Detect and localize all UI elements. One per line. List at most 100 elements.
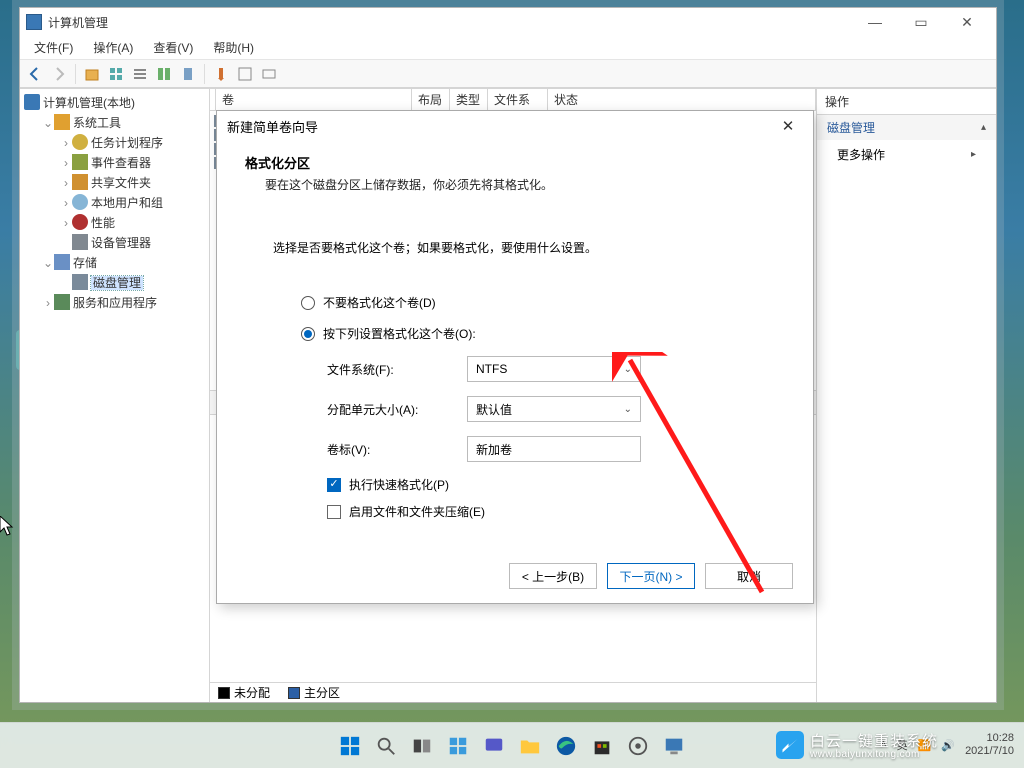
new-simple-volume-wizard: 新建简单卷向导 ✕ 格式化分区 要在这个磁盘分区上储存数据，你必须先将其格式化。…	[216, 110, 814, 604]
actions-section-label: 磁盘管理	[827, 119, 875, 136]
wizard-subheading: 要在这个磁盘分区上储存数据，你必须先将其格式化。	[265, 176, 789, 193]
checkbox-icon	[327, 505, 341, 519]
tree-performance[interactable]: 性能	[91, 216, 115, 230]
legend: 未分配 主分区	[210, 682, 816, 702]
task-view-icon[interactable]	[408, 732, 436, 760]
tree-disk-mgmt[interactable]: 磁盘管理	[91, 276, 143, 290]
menu-file[interactable]: 文件(F)	[24, 37, 83, 58]
server-icon	[24, 94, 40, 110]
share-icon	[72, 174, 88, 190]
search-icon[interactable]	[372, 732, 400, 760]
settings-icon[interactable]	[624, 732, 652, 760]
help-icon[interactable]	[258, 63, 280, 85]
col-layout[interactable]: 布局	[412, 89, 450, 110]
list-icon[interactable]	[177, 63, 199, 85]
tree-shared-folders[interactable]: 共享文件夹	[91, 176, 151, 190]
wizard-titlebar[interactable]: 新建简单卷向导 ✕	[217, 111, 813, 141]
actions-header: 操作	[817, 89, 996, 115]
menu-view[interactable]: 查看(V)	[143, 37, 203, 58]
tree-local-users[interactable]: 本地用户和组	[91, 196, 163, 210]
filesystem-select[interactable]: NTFS ⌄	[467, 356, 641, 382]
options-icon[interactable]	[129, 63, 151, 85]
watermark-text: 白云一键重装系统	[810, 730, 938, 751]
label-volume-label: 卷标(V):	[327, 441, 467, 458]
clock-icon	[72, 134, 88, 150]
radio-icon	[301, 327, 315, 341]
tree-device-mgr[interactable]: 设备管理器	[91, 236, 151, 250]
widgets-icon[interactable]	[444, 732, 472, 760]
refresh-icon[interactable]	[153, 63, 175, 85]
menubar: 文件(F) 操作(A) 查看(V) 帮助(H)	[20, 36, 996, 60]
tree-task-scheduler[interactable]: 任务计划程序	[91, 136, 163, 150]
maximize-button[interactable]: ▭	[898, 8, 944, 36]
clock-date: 2021/7/10	[965, 745, 1014, 758]
radio-no-format[interactable]: 不要格式化这个卷(D)	[301, 294, 789, 311]
radio-format-label: 按下列设置格式化这个卷(O):	[323, 325, 476, 342]
chevron-up-icon: ▴	[981, 122, 986, 133]
tree-services-apps[interactable]: 服务和应用程序	[73, 296, 157, 310]
radio-format[interactable]: 按下列设置格式化这个卷(O):	[301, 325, 789, 342]
compress-checkbox[interactable]: 启用文件和文件夹压缩(E)	[327, 503, 789, 520]
close-button[interactable]: ✕	[773, 117, 803, 135]
explorer-icon[interactable]	[516, 732, 544, 760]
actions-section[interactable]: 磁盘管理 ▴	[817, 115, 996, 140]
forward-button-icon[interactable]	[48, 63, 70, 85]
next-button[interactable]: 下一页(N) >	[607, 563, 695, 589]
tree-event-viewer[interactable]: 事件查看器	[91, 156, 151, 170]
view-icon[interactable]	[105, 63, 127, 85]
quick-format-checkbox[interactable]: 执行快速格式化(P)	[327, 476, 789, 493]
volume-label-input[interactable]: 新加卷	[467, 436, 641, 462]
props-icon[interactable]	[210, 63, 232, 85]
action-icon[interactable]	[234, 63, 256, 85]
menu-help[interactable]: 帮助(H)	[203, 37, 264, 58]
col-filesystem[interactable]: 文件系统	[488, 89, 548, 110]
edge-icon[interactable]	[552, 732, 580, 760]
minimize-button[interactable]: —	[852, 8, 898, 36]
col-type[interactable]: 类型	[450, 89, 488, 110]
tree-sys-tools[interactable]: 系统工具	[73, 116, 121, 130]
actions-pane: 操作 磁盘管理 ▴ 更多操作 ▸	[816, 89, 996, 702]
menu-action[interactable]: 操作(A)	[83, 37, 143, 58]
event-icon	[72, 154, 88, 170]
allocation-select[interactable]: 默认值 ⌄	[467, 396, 641, 422]
tree-pane[interactable]: 计算机管理(本地) ⌄系统工具 ›任务计划程序 ›事件查看器 ›共享文件夹 ›本…	[20, 89, 210, 702]
filesystem-value: NTFS	[476, 362, 507, 376]
tools-icon	[54, 114, 70, 130]
radio-no-format-label: 不要格式化这个卷(D)	[323, 294, 436, 311]
tree-root[interactable]: 计算机管理(本地)	[43, 96, 135, 110]
col-volume[interactable]: 卷	[216, 89, 412, 110]
services-icon	[54, 294, 70, 310]
close-button[interactable]: ✕	[944, 8, 990, 36]
computer-management-icon[interactable]	[660, 732, 688, 760]
back-button[interactable]: < 上一步(B)	[509, 563, 597, 589]
label-allocation: 分配单元大小(A):	[327, 401, 467, 418]
checkbox-icon	[327, 478, 341, 492]
watermark-logo-icon	[776, 731, 804, 759]
disk-icon	[72, 274, 88, 290]
legend-unallocated-swatch	[218, 687, 230, 699]
users-icon	[72, 194, 88, 210]
perf-icon	[72, 214, 88, 230]
actions-more-label: 更多操作	[837, 146, 885, 163]
clock[interactable]: 10:28 2021/7/10	[965, 732, 1014, 758]
col-status[interactable]: 状态	[548, 89, 816, 110]
cancel-button[interactable]: 取消	[705, 563, 793, 589]
cursor-icon	[0, 516, 16, 541]
actions-more[interactable]: 更多操作 ▸	[817, 140, 996, 169]
watermark: 白云一键重装系统 www.baiyunxitong.com	[776, 730, 938, 760]
device-icon	[72, 234, 88, 250]
start-button[interactable]	[336, 732, 364, 760]
back-button-icon[interactable]	[24, 63, 46, 85]
titlebar[interactable]: 计算机管理 — ▭ ✕	[20, 8, 996, 36]
chevron-down-icon: ⌄	[624, 364, 632, 375]
up-icon[interactable]	[81, 63, 103, 85]
label-filesystem: 文件系统(F):	[327, 361, 467, 378]
tray-volume-icon[interactable]: 🔊	[941, 739, 955, 752]
chat-icon[interactable]	[480, 732, 508, 760]
store-icon[interactable]	[588, 732, 616, 760]
compress-label: 启用文件和文件夹压缩(E)	[349, 503, 485, 520]
wizard-heading: 格式化分区	[245, 153, 789, 172]
legend-primary-swatch	[288, 687, 300, 699]
chevron-right-icon: ▸	[971, 149, 976, 160]
tree-storage[interactable]: 存储	[73, 256, 97, 270]
